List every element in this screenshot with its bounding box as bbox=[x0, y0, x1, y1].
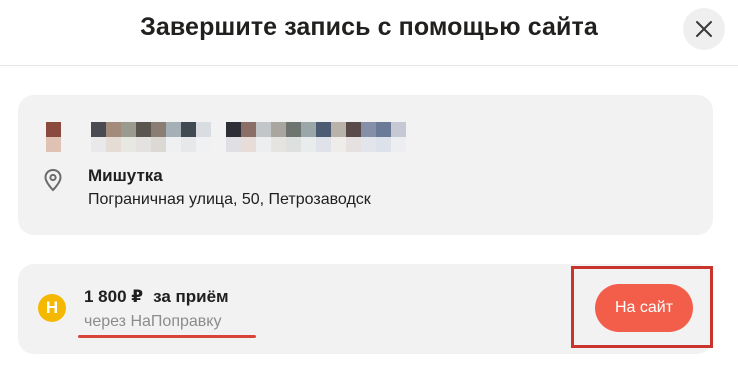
redacted-doctor-name bbox=[46, 122, 406, 152]
clinic-address: Пограничная улица, 50, Петрозаводск bbox=[88, 191, 371, 208]
price-line: 1 800 ₽ за приём bbox=[84, 287, 229, 307]
clinic-name: Мишутка bbox=[88, 166, 163, 185]
clinic-card: Мишутка Пограничная улица, 50, Петрозаво… bbox=[18, 95, 713, 235]
go-to-site-button[interactable]: На сайт bbox=[595, 284, 693, 332]
price-amount: 1 800 ₽ bbox=[84, 287, 144, 306]
booking-modal: Завершите запись с помощью сайта Мишутка… bbox=[0, 0, 738, 377]
napopravku-logo-icon: Н bbox=[38, 294, 66, 322]
close-icon bbox=[696, 21, 712, 37]
annotation-underline bbox=[78, 335, 256, 338]
price-suffix: за приём bbox=[153, 287, 229, 306]
close-button[interactable] bbox=[683, 8, 725, 50]
modal-header: Завершите запись с помощью сайта bbox=[0, 0, 738, 66]
modal-title: Завершите запись с помощью сайта bbox=[140, 13, 598, 41]
provider-source: через НаПоправку bbox=[84, 313, 222, 330]
map-pin-icon bbox=[44, 168, 62, 192]
